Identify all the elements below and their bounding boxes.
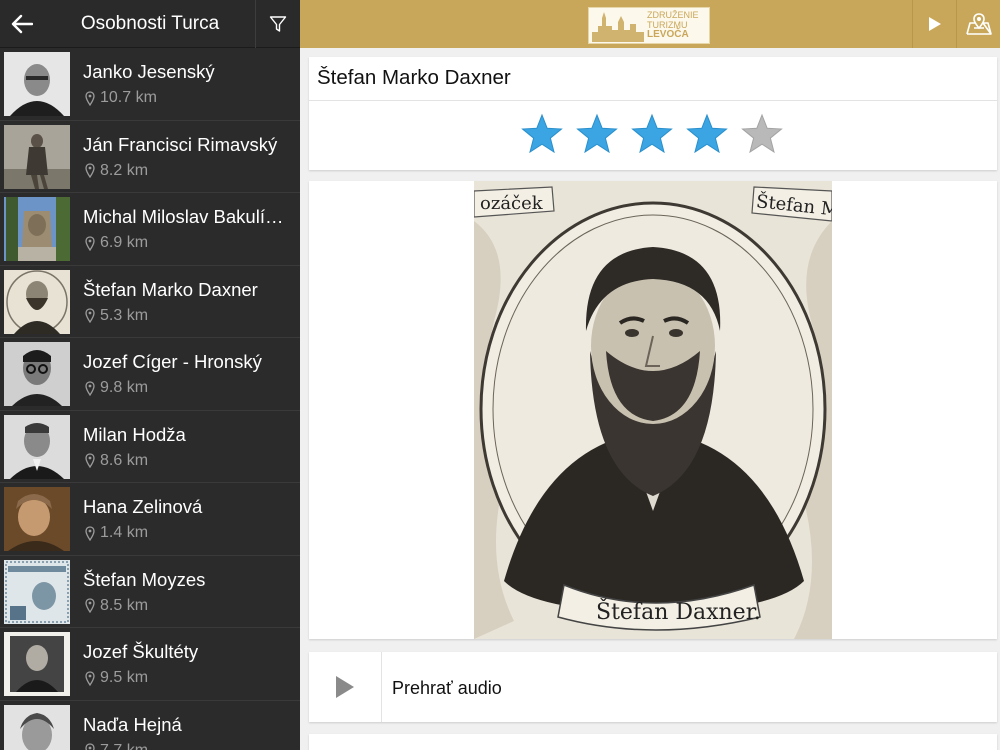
star-filled-icon[interactable] (521, 113, 563, 155)
list-item-name: Štefan Marko Daxner (83, 278, 258, 300)
map-button[interactable] (956, 0, 1000, 48)
town-skyline-icon (592, 12, 644, 42)
list-item-distance: 7.7 km (85, 742, 148, 750)
portrait-caption: Štefan Daxner. (596, 598, 761, 625)
list-item[interactable]: Janko Jesenský 10.7 km (0, 48, 300, 121)
list-item-distance: 5.3 km (85, 307, 148, 325)
divider (309, 100, 997, 101)
location-pin-icon (85, 90, 95, 106)
next-card (309, 734, 997, 750)
list-item[interactable]: Jozef Cíger - Hronský 9.8 km (0, 338, 300, 411)
play-icon (928, 17, 941, 31)
list-item-distance: 8.2 km (85, 162, 148, 180)
list-item-name: Štefan Moyzes (83, 568, 206, 590)
person-thumbnail (4, 487, 70, 551)
person-thumbnail (4, 704, 70, 750)
list-item-name: Janko Jesenský (83, 61, 215, 82)
location-pin-icon (85, 743, 95, 750)
distance-text: 1.4 km (100, 524, 149, 541)
location-pin-icon (85, 235, 95, 251)
person-thumbnail (4, 197, 70, 261)
audio-label: Prehrať audio (392, 678, 502, 698)
person-thumbnail (4, 414, 70, 479)
star-empty-icon[interactable] (741, 113, 783, 155)
person-thumbnail (4, 269, 70, 334)
person-thumbnail (4, 52, 70, 116)
distance-text: 7.7 km (100, 741, 149, 750)
sidebar-header: Osobnosti Turca (0, 0, 300, 48)
person-thumbnail (4, 124, 70, 189)
list-item-name: Naďa Hejná (83, 713, 182, 735)
star-filled-icon[interactable] (576, 113, 618, 155)
filter-button[interactable] (255, 0, 300, 48)
list-item-distance: 6.9 km (85, 234, 148, 252)
list-item[interactable]: Hana Zelinová 1.4 km (0, 483, 300, 556)
list-item[interactable]: Milan Hodža 8.6 km (0, 411, 300, 483)
list-item-name: Michal Miloslav Bakulí… (83, 206, 284, 227)
distance-text: 8.6 km (100, 451, 149, 469)
detail-title: Štefan Marko Daxner (317, 66, 511, 89)
list-item-name: Hana Zelinová (83, 496, 203, 517)
star-filled-icon[interactable] (631, 113, 673, 155)
location-pin-icon (85, 453, 95, 468)
list-item-distance: 1.4 km (85, 524, 148, 542)
map-icon (965, 13, 992, 35)
list-item-distance: 9.5 km (85, 669, 148, 687)
audio-player[interactable]: Prehrať audio (309, 652, 997, 722)
person-list: Janko Jesenský 10.7 km Ján Francisci Rim… (0, 48, 300, 750)
list-item-distance: 9.8 km (85, 379, 148, 397)
portrait-card: ozáček Štefan M Štefan Daxner. (309, 181, 997, 639)
list-item[interactable]: Naďa Hejná 7.7 km (0, 701, 300, 750)
list-item-distance: 8.5 km (85, 597, 148, 615)
logo-line: LEVOČA (647, 29, 689, 40)
play-icon (336, 676, 354, 698)
brand-logo: ZDRUŽENIE TURIZMU LEVOČA (588, 7, 710, 44)
list-item-name: Jozef Cíger - Hronský (83, 351, 262, 372)
list-item[interactable]: Jozef Škultéty 9.5 km (0, 628, 300, 701)
top-bar: ZDRUŽENIE TURIZMU LEVOČA (300, 0, 1000, 48)
distance-text: 5.3 km (100, 306, 149, 324)
location-pin-icon (85, 598, 95, 613)
logo-text: ZDRUŽENIE TURIZMU LEVOČA (647, 10, 699, 40)
list-item-name: Jozef Škultéty (83, 641, 199, 662)
location-pin-icon (85, 670, 95, 686)
title-card: Štefan Marko Daxner (309, 57, 997, 170)
distance-text: 9.8 km (100, 379, 149, 396)
list-item[interactable]: Michal Miloslav Bakulí… 6.9 km (0, 193, 300, 266)
location-pin-icon (85, 163, 95, 178)
person-thumbnail (4, 632, 70, 696)
person-thumbnail (4, 559, 70, 624)
audio-play-button[interactable] (309, 652, 382, 722)
sidebar: Osobnosti Turca Janko Jesenský 10.7 km J… (0, 0, 300, 750)
filter-icon (269, 16, 287, 32)
list-item-distance: 10.7 km (85, 89, 157, 107)
distance-text: 9.5 km (100, 669, 149, 686)
distance-text: 10.7 km (100, 89, 157, 106)
list-item[interactable]: Štefan Marko Daxner 5.3 km (0, 266, 300, 338)
list-item[interactable]: Ján Francisci Rimavský 8.2 km (0, 121, 300, 193)
portrait-banner-left: ozáček (480, 193, 544, 214)
play-button[interactable] (912, 0, 956, 48)
location-pin-icon (85, 525, 95, 541)
star-filled-icon[interactable] (686, 113, 728, 155)
distance-text: 6.9 km (100, 234, 149, 251)
distance-text: 8.2 km (100, 161, 149, 179)
distance-text: 8.5 km (100, 596, 149, 614)
list-item-name: Ján Francisci Rimavský (83, 133, 278, 155)
star-rating (521, 113, 783, 155)
list-item-distance: 8.6 km (85, 452, 148, 470)
location-pin-icon (85, 308, 95, 323)
person-thumbnail (4, 342, 70, 406)
location-pin-icon (85, 380, 95, 396)
list-item-name: Milan Hodža (83, 423, 186, 445)
list-item[interactable]: Štefan Moyzes 8.5 km (0, 556, 300, 628)
portrait-image: ozáček Štefan M Štefan Daxner. (473, 181, 840, 639)
